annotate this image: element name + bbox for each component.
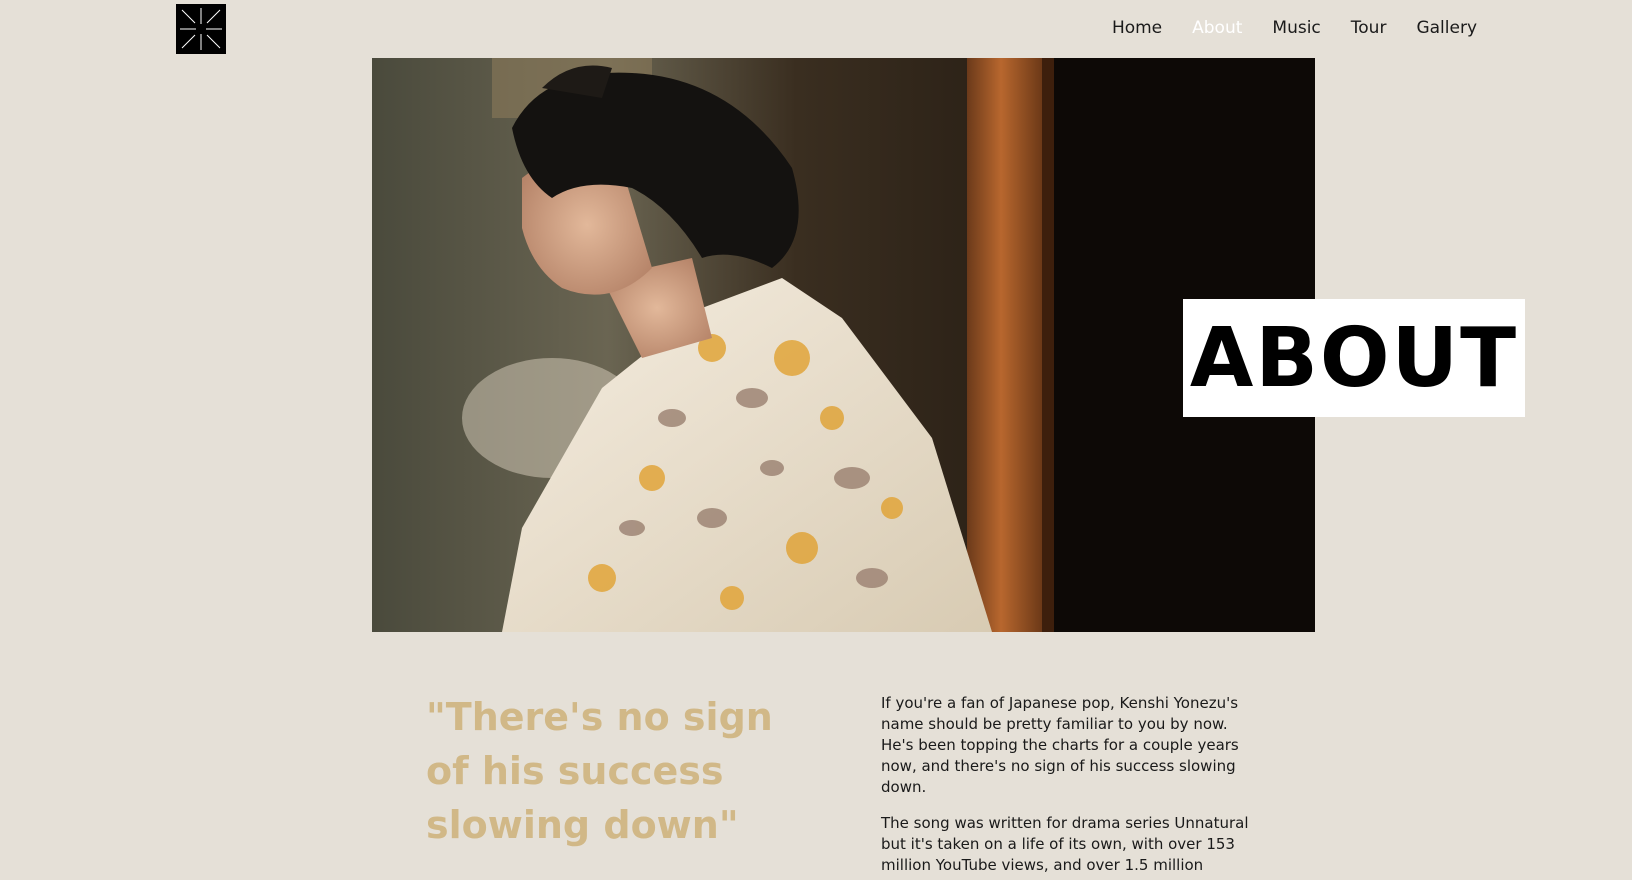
- nav-gallery[interactable]: Gallery: [1416, 18, 1477, 38]
- nav-music[interactable]: Music: [1272, 18, 1320, 38]
- nav-about[interactable]: About: [1192, 18, 1242, 38]
- paragraph: If you're a fan of Japanese pop, Kenshi …: [881, 694, 1239, 796]
- hero-photo: [372, 58, 1315, 632]
- page: Home About Music Tour Gallery ABOUT "The…: [0, 0, 1632, 880]
- main-nav: Home About Music Tour Gallery: [1112, 18, 1477, 38]
- section-title-box: ABOUT: [1183, 299, 1525, 417]
- pull-quote: "There's no sign of his success slowing …: [426, 695, 773, 847]
- kenshi-logo-icon: [176, 4, 226, 54]
- site-logo[interactable]: [176, 4, 226, 54]
- nav-tour[interactable]: Tour: [1351, 18, 1387, 38]
- nav-home[interactable]: Home: [1112, 18, 1162, 38]
- about-text: If you're a fan of Japanese pop, Kenshi …: [881, 693, 1251, 880]
- section-title: ABOUT: [1189, 310, 1519, 406]
- paragraph: The song was written for drama series Un…: [881, 814, 1249, 874]
